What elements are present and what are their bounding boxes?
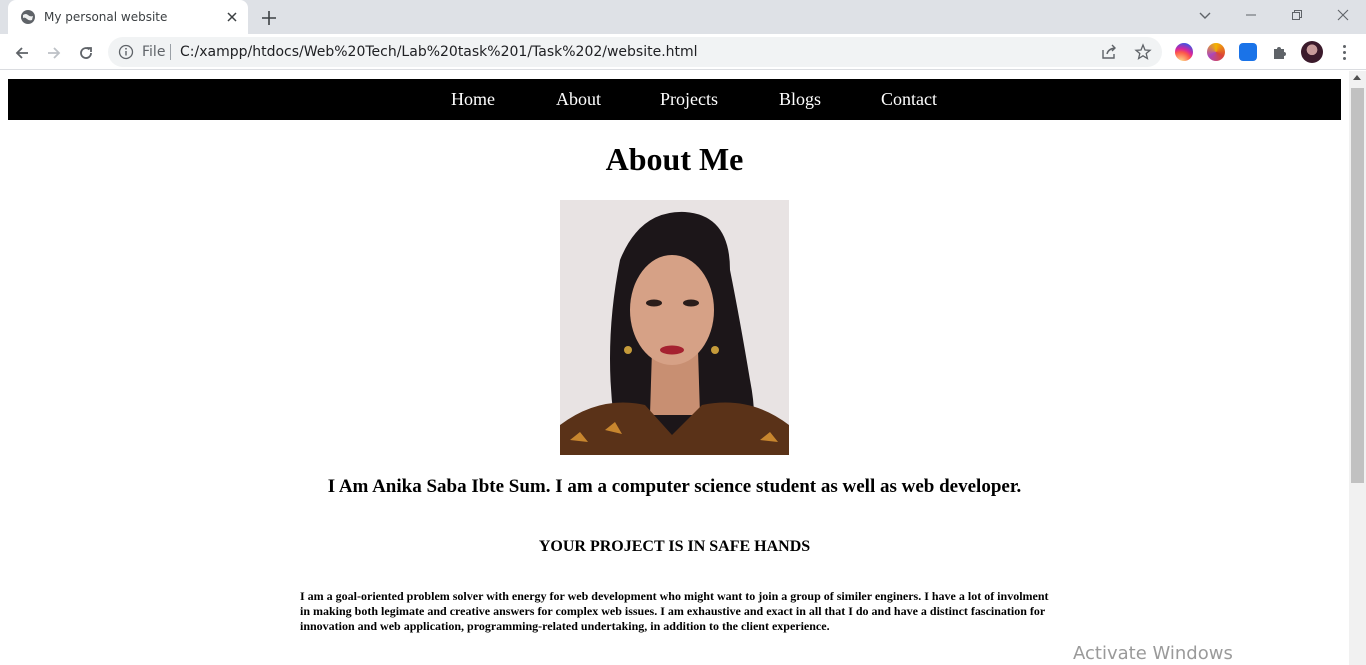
instagram-extension-icon[interactable] xyxy=(1175,43,1193,61)
page-title: About Me xyxy=(605,141,744,177)
bio-paragraph: I am a goal-oriented problem solver with… xyxy=(300,589,1049,633)
page-viewport: Home About Projects Blogs Contact About … xyxy=(0,71,1349,665)
back-button[interactable] xyxy=(8,39,36,67)
nav-projects-link[interactable]: Projects xyxy=(660,89,718,110)
nav-home-link[interactable]: Home xyxy=(451,89,495,110)
screenshot-extension-icon[interactable] xyxy=(1239,43,1257,61)
intro-heading: I Am Anika Saba Ibte Sum. I am a compute… xyxy=(327,476,1022,497)
kebab-menu-icon[interactable] xyxy=(1334,42,1354,62)
restore-button[interactable] xyxy=(1274,0,1320,30)
scheme-label: File xyxy=(142,44,166,60)
tagline-heading: YOUR PROJECT IS IN SAFE HANDS xyxy=(538,538,811,555)
reload-button[interactable] xyxy=(72,39,100,67)
forward-button[interactable] xyxy=(40,39,68,67)
nav-about-link[interactable]: About xyxy=(556,89,601,110)
nav-contact-link[interactable]: Contact xyxy=(881,89,937,110)
nav-blogs-link[interactable]: Blogs xyxy=(779,89,821,110)
close-window-button[interactable] xyxy=(1320,0,1366,30)
restore-icon xyxy=(1292,10,1302,20)
close-tab-icon[interactable] xyxy=(224,9,240,25)
scroll-up-arrow-icon[interactable] xyxy=(1353,75,1361,80)
omnibox-divider xyxy=(170,44,171,60)
browser-tab[interactable]: My personal website xyxy=(8,0,248,34)
chevron-down-icon xyxy=(1199,12,1211,19)
tab-title: My personal website xyxy=(44,10,168,24)
ring-extension-icon[interactable] xyxy=(1207,43,1225,61)
puzzle-icon[interactable] xyxy=(1271,43,1289,61)
minimize-icon xyxy=(1246,14,1256,16)
browser-toolbar: File C:/xampp/htdocs/Web%20Tech/Lab%20ta… xyxy=(0,34,1366,70)
back-arrow-icon xyxy=(15,47,28,59)
vertical-scrollbar[interactable] xyxy=(1349,71,1366,665)
info-icon[interactable] xyxy=(118,44,134,60)
activate-windows-watermark: Activate Windows xyxy=(1073,643,1233,664)
tab-search-button[interactable] xyxy=(1182,0,1228,30)
globe-icon xyxy=(21,10,35,24)
forward-arrow-icon xyxy=(48,47,61,59)
profile-photo xyxy=(560,200,789,455)
site-navbar: Home About Projects Blogs Contact xyxy=(8,79,1341,120)
scrollbar-thumb[interactable] xyxy=(1351,88,1364,483)
address-bar[interactable]: File C:/xampp/htdocs/Web%20Tech/Lab%20ta… xyxy=(108,37,1162,67)
profile-avatar[interactable] xyxy=(1301,41,1323,63)
reload-icon xyxy=(80,47,92,59)
star-icon[interactable] xyxy=(1134,43,1152,61)
share-icon[interactable] xyxy=(1100,43,1118,61)
tab-strip: My personal website xyxy=(0,0,1366,34)
close-icon xyxy=(1337,9,1349,21)
new-tab-icon[interactable] xyxy=(258,7,280,29)
url-text[interactable]: C:/xampp/htdocs/Web%20Tech/Lab%20task%20… xyxy=(180,44,698,60)
minimize-button[interactable] xyxy=(1228,0,1274,30)
